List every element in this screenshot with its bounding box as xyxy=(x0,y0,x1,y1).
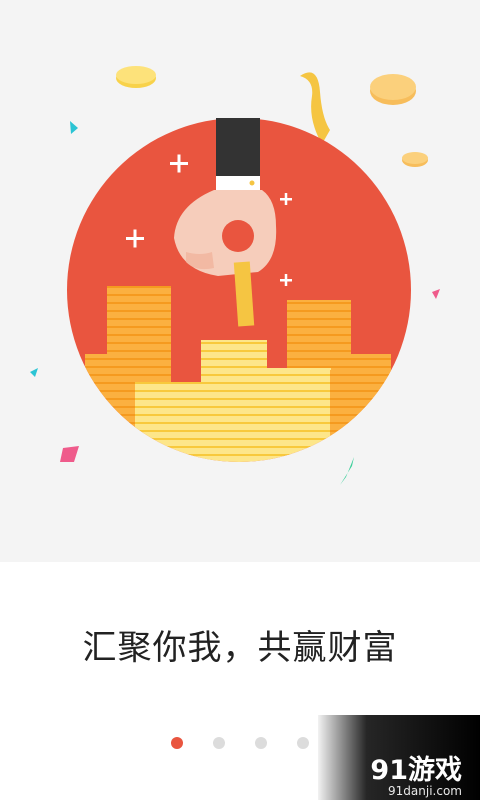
page-dot-1[interactable] xyxy=(171,737,183,749)
floating-coin-icon xyxy=(402,152,428,167)
page-dot-3[interactable] xyxy=(255,737,267,749)
page-dot-2[interactable] xyxy=(213,737,225,749)
floating-coin-icon xyxy=(370,74,416,105)
watermark-logo: 91游戏 xyxy=(370,755,462,786)
watermark-site: 91danji.com xyxy=(388,784,462,798)
confetti-icon xyxy=(70,121,78,134)
confetti-icon xyxy=(340,457,354,485)
watermark-badge: 91游戏 91danji.com xyxy=(318,715,480,800)
page-dot-4[interactable] xyxy=(297,737,309,749)
wealth-illustration xyxy=(30,66,440,485)
floating-coin-icon xyxy=(116,66,156,88)
confetti-icon xyxy=(60,446,79,462)
confetti-icon xyxy=(432,289,440,299)
onboarding-slogan: 汇聚你我，共赢财富 xyxy=(82,628,398,668)
confetti-icon xyxy=(30,368,38,377)
illustration-area xyxy=(0,0,480,562)
